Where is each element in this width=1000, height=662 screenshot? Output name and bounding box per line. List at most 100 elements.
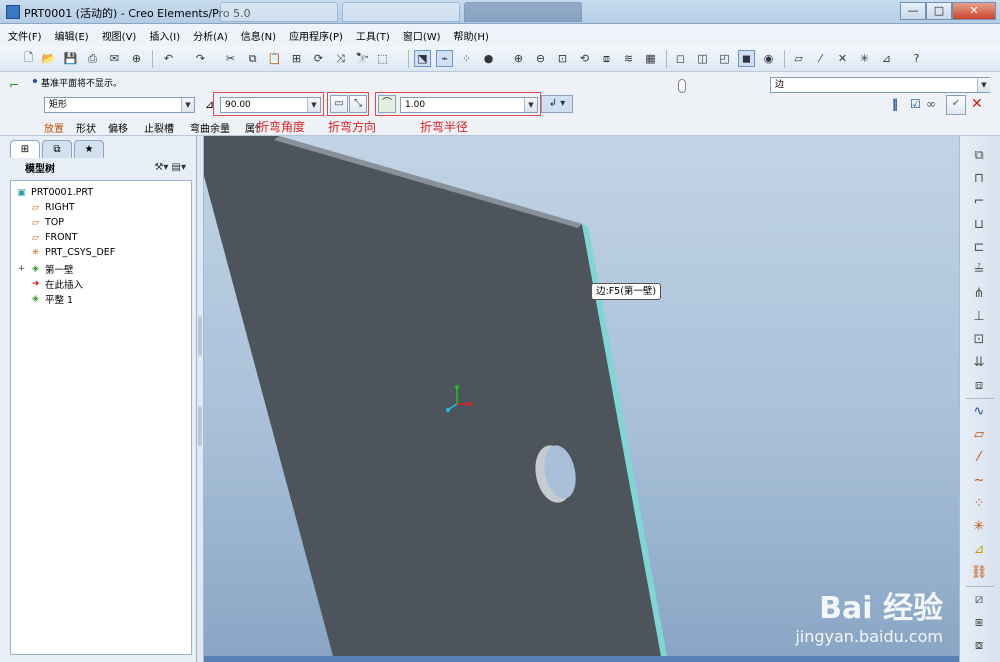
- verify-glasses-icon[interactable]: ∞: [926, 97, 936, 111]
- tree-item-right[interactable]: ▱ RIGHT: [29, 200, 75, 215]
- close-button[interactable]: ✕: [952, 2, 996, 20]
- tree-item-first-wall[interactable]: + ◈ 第一壁: [17, 261, 74, 276]
- cut-tool-icon[interactable]: ≟: [969, 261, 989, 281]
- tab-relief[interactable]: 止裂槽: [144, 120, 174, 135]
- new-file-icon[interactable]: 🗋: [20, 50, 37, 67]
- menu-edit[interactable]: 编辑(E): [55, 28, 89, 43]
- selection-box-icon[interactable]: ⬚: [374, 50, 391, 67]
- appearance-icon[interactable]: ◉: [760, 50, 777, 67]
- tree-item-insert-here[interactable]: ➜ 在此插入: [29, 276, 83, 291]
- bend-side-button[interactable]: ▭: [330, 95, 348, 113]
- refit-icon[interactable]: ⊡: [554, 50, 571, 67]
- reference-type-select[interactable]: 边 ▼: [770, 77, 990, 93]
- unbend-tool-icon[interactable]: ⊔: [969, 215, 989, 235]
- no-hidden-icon[interactable]: ◰: [716, 50, 733, 67]
- extruded-wall-tool-icon[interactable]: ⊓: [969, 169, 989, 189]
- context-help-icon[interactable]: ?: [908, 50, 925, 67]
- menu-file[interactable]: 文件(F): [8, 28, 42, 43]
- open-file-icon[interactable]: 📂: [40, 50, 57, 67]
- paste-icon[interactable]: 📋: [266, 50, 283, 67]
- flat-wall-tool-icon[interactable]: ⧉: [969, 146, 989, 166]
- tree-item-flat-wall[interactable]: ◈ 平整 1: [29, 291, 73, 306]
- menu-insert[interactable]: 插入(I): [149, 28, 180, 43]
- menu-help[interactable]: 帮助(H): [454, 28, 489, 43]
- wireframe-icon[interactable]: ◻: [672, 50, 689, 67]
- zoom-out-icon[interactable]: ⊖: [532, 50, 549, 67]
- mirror-tool-icon[interactable]: ⧇: [969, 636, 989, 656]
- cancel-button[interactable]: ✕: [971, 96, 983, 112]
- redo-icon[interactable]: ↷: [192, 50, 209, 67]
- flip-direction-button[interactable]: ⤡: [349, 95, 367, 113]
- tab-placement[interactable]: 放置: [44, 120, 64, 135]
- tab-favorites[interactable]: ★: [74, 140, 104, 158]
- print-icon[interactable]: ⎙: [84, 50, 101, 67]
- plane-display-icon[interactable]: ⬔: [414, 50, 431, 67]
- undo-icon[interactable]: ↶: [160, 50, 177, 67]
- regen-manager-icon[interactable]: ⤨: [332, 50, 349, 67]
- analysis-tool-icon[interactable]: ⊿: [969, 540, 989, 560]
- shading-icon[interactable]: ◼: [738, 50, 755, 67]
- reorient-icon[interactable]: ⟲: [576, 50, 593, 67]
- paste-special-icon[interactable]: ⊞: [288, 50, 305, 67]
- datum-plane-tool-icon[interactable]: ▱: [790, 50, 807, 67]
- tree-item-part[interactable]: ▣ PRT0001.PRT: [15, 185, 93, 200]
- spin-center-icon[interactable]: ●: [480, 50, 497, 67]
- axis-display-icon[interactable]: ⌁: [436, 50, 453, 67]
- panel-splitter[interactable]: [197, 136, 204, 662]
- zoom-in-icon[interactable]: ⊕: [510, 50, 527, 67]
- background-tab[interactable]: [464, 2, 582, 22]
- datum-axis-tool-icon[interactable]: ⁄: [812, 50, 829, 67]
- expand-icon[interactable]: +: [17, 264, 26, 274]
- menu-applications[interactable]: 应用程序(P): [289, 28, 343, 43]
- tab-properties[interactable]: 属性: [245, 120, 259, 135]
- datum-curve-tool-icon[interactable]: ∼: [969, 471, 989, 491]
- shape-select[interactable]: 矩形 ▼: [44, 97, 195, 113]
- tab-folder-browser[interactable]: ⧉: [42, 140, 72, 158]
- view-manager-icon[interactable]: ▦: [642, 50, 659, 67]
- datum-plane-tool-icon[interactable]: ▱: [969, 425, 989, 445]
- datum-point-tool-icon[interactable]: ⁘: [969, 494, 989, 514]
- menu-tools[interactable]: 工具(T): [356, 28, 390, 43]
- ok-button[interactable]: ✔: [946, 95, 966, 115]
- tree-item-csys[interactable]: ✳ PRT_CSYS_DEF: [29, 245, 116, 260]
- find-icon[interactable]: 🔭: [354, 50, 371, 67]
- radius-option-button[interactable]: ↲ ▾: [541, 95, 573, 113]
- menu-window[interactable]: 窗口(W): [403, 28, 441, 43]
- email-link-icon[interactable]: ⊕: [128, 50, 145, 67]
- merge-tool-icon[interactable]: ⇊: [969, 353, 989, 373]
- menu-analysis[interactable]: 分析(A): [193, 28, 228, 43]
- preview-checkbox[interactable]: ☑: [910, 97, 921, 111]
- tab-offset[interactable]: 偏移: [108, 120, 128, 135]
- tab-bend-allowance[interactable]: 弯曲余量: [190, 120, 230, 135]
- pause-icon[interactable]: ‖: [892, 97, 898, 111]
- minimize-button[interactable]: —: [900, 2, 926, 20]
- email-icon[interactable]: ✉: [106, 50, 123, 67]
- menu-view[interactable]: 视图(V): [102, 28, 137, 43]
- maximize-button[interactable]: □: [926, 2, 952, 20]
- bend-back-tool-icon[interactable]: ⊏: [969, 238, 989, 258]
- splitter-grip[interactable]: [198, 406, 202, 446]
- csys-tool-icon[interactable]: ✳: [969, 517, 989, 537]
- bend-radius-side-button[interactable]: ⌒: [378, 95, 396, 113]
- splitter-grip[interactable]: [198, 316, 202, 356]
- sketch-tool-icon[interactable]: ∿: [969, 402, 989, 422]
- saved-views-icon[interactable]: ⧈: [598, 50, 615, 67]
- punch-tool-icon[interactable]: ⋔: [969, 284, 989, 304]
- layers-icon[interactable]: ≋: [620, 50, 637, 67]
- edit-tool-icon[interactable]: ⧄: [969, 590, 989, 610]
- tree-settings-icon[interactable]: ⚒▾ ▤▾: [154, 162, 186, 173]
- bend-radius-input[interactable]: 1.00 ▼: [400, 97, 538, 113]
- datum-point-tool-icon[interactable]: ✕: [834, 50, 851, 67]
- pattern-tool-icon[interactable]: ⧆: [969, 613, 989, 633]
- bend-angle-input[interactable]: 90.00 ▼: [220, 97, 321, 113]
- background-tab[interactable]: [342, 2, 460, 22]
- background-tab[interactable]: [220, 2, 338, 22]
- rip-tool-icon[interactable]: ⊡: [969, 330, 989, 350]
- analysis-tool-icon[interactable]: ⊿: [878, 50, 895, 67]
- copy-icon[interactable]: ⧉: [244, 50, 261, 67]
- cut-icon[interactable]: ✂: [222, 50, 239, 67]
- menu-info[interactable]: 信息(N): [241, 28, 276, 43]
- regenerate-icon[interactable]: ⟳: [310, 50, 327, 67]
- flange-tool-icon[interactable]: ⌐: [969, 192, 989, 212]
- flat-pattern-tool-icon[interactable]: ⧈: [969, 376, 989, 396]
